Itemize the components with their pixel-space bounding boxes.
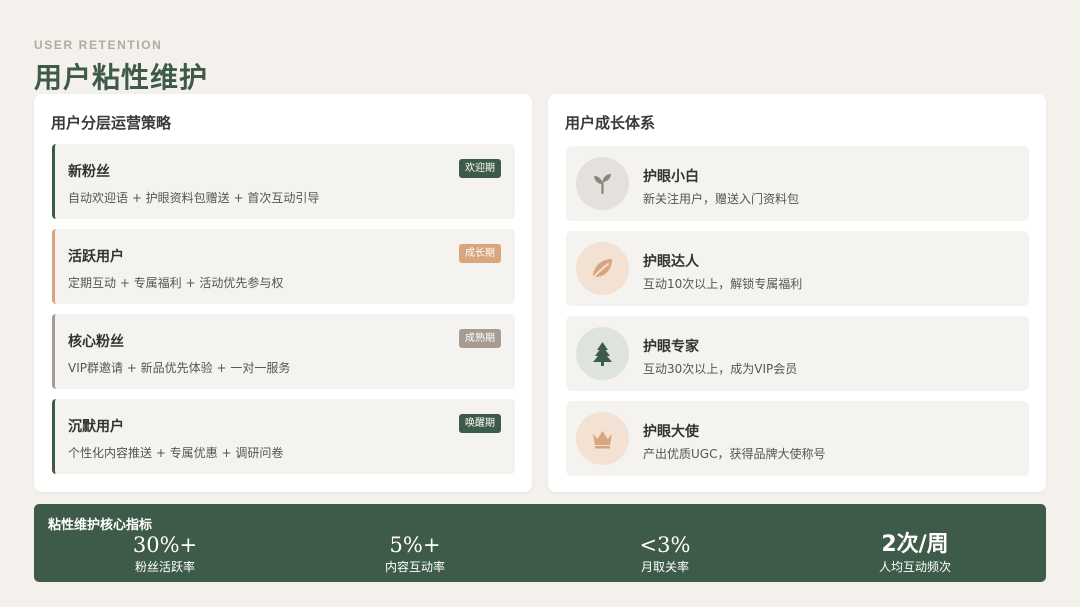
leaf-icon	[576, 242, 629, 295]
level-desc: 互动30次以上，成为VIP会员	[643, 362, 798, 376]
level-item-specialist: 护眼专家 互动30次以上，成为VIP会员	[566, 316, 1029, 391]
core-metrics-title: 粘性维护核心指标	[48, 518, 153, 533]
tier-item-silent-users: 沉默用户 个性化内容推送 + 专属优惠 + 调研问卷 唤醒期	[52, 399, 515, 474]
metric-value: 5%+	[389, 533, 441, 557]
tier-desc: 定期互动 + 专属福利 + 活动优先参与权	[68, 276, 284, 290]
level-name: 护眼小白	[643, 169, 699, 185]
tier-badge: 成熟期	[459, 329, 501, 348]
level-item-expert-user: 护眼达人 互动10次以上，解锁专属福利	[566, 231, 1029, 306]
crown-icon	[576, 412, 629, 465]
metric-label: 粉丝活跃率	[134, 560, 195, 574]
page-title: 用户粘性维护	[34, 61, 209, 94]
tier-item-new-fans: 新粉丝 自动欢迎语 + 护眼资料包赠送 + 首次互动引导 欢迎期	[52, 144, 515, 219]
tier-badge: 唤醒期	[459, 414, 501, 433]
tier-item-active-users: 活跃用户 定期互动 + 专属福利 + 活动优先参与权 成长期	[52, 229, 515, 304]
sprout-icon	[576, 157, 629, 210]
tier-name: 新粉丝	[68, 164, 110, 180]
level-desc: 新关注用户，赠送入门资料包	[643, 192, 800, 206]
metric-value: 2次/周	[881, 532, 949, 557]
level-name: 护眼达人	[643, 254, 699, 270]
metric-content-engagement: 5%+ 内容互动率	[345, 532, 485, 576]
metric-label: 人均互动频次	[878, 560, 951, 574]
level-desc: 互动10次以上，解锁专属福利	[643, 277, 803, 291]
level-desc: 产出优质UGC，获得品牌大使称号	[643, 447, 826, 461]
metric-fan-activity: 30%+ 粉丝活跃率	[95, 532, 235, 576]
tier-desc: VIP群邀请 + 新品优先体验 + 一对一服务	[68, 361, 291, 375]
metric-label: 内容互动率	[384, 560, 445, 574]
tier-badge: 成长期	[459, 244, 501, 263]
tier-name: 沉默用户	[68, 419, 124, 435]
level-name: 护眼专家	[643, 339, 699, 355]
tree-icon	[576, 327, 629, 380]
growth-system-card: 用户成长体系 护眼小白 新关注用户，赠送入门资料包 护眼达人 互动10次以上，解	[548, 94, 1046, 492]
tier-name: 活跃用户	[68, 249, 124, 265]
eyebrow-label: USER RETENTION	[34, 38, 163, 52]
metric-interaction-frequency: 2次/周 人均互动频次	[845, 532, 985, 576]
tier-item-core-fans: 核心粉丝 VIP群邀请 + 新品优先体验 + 一对一服务 成熟期	[52, 314, 515, 389]
tier-name: 核心粉丝	[68, 334, 124, 350]
metric-label: 月取关率	[640, 560, 689, 574]
level-name: 护眼大使	[643, 424, 699, 440]
metric-monthly-unfollow: <3% 月取关率	[595, 532, 735, 576]
slide: USER RETENTION 用户粘性维护 用户分层运营策略 新粉丝 自动欢迎语…	[0, 0, 1080, 607]
user-tier-card-title: 用户分层运营策略	[51, 114, 172, 132]
metric-value: 30%+	[132, 533, 198, 557]
tier-badge: 欢迎期	[459, 159, 501, 178]
level-item-ambassador: 护眼大使 产出优质UGC，获得品牌大使称号	[566, 401, 1029, 476]
growth-system-card-title: 用户成长体系	[565, 114, 656, 132]
metric-value: <3%	[639, 533, 691, 557]
core-metrics-bar: 粘性维护核心指标 30%+ 粉丝活跃率 5%+ 内容互动率 <3% 月取关率 2…	[34, 504, 1046, 582]
tier-desc: 自动欢迎语 + 护眼资料包赠送 + 首次互动引导	[68, 191, 320, 205]
level-item-beginner: 护眼小白 新关注用户，赠送入门资料包	[566, 146, 1029, 221]
user-tier-card: 用户分层运营策略 新粉丝 自动欢迎语 + 护眼资料包赠送 + 首次互动引导 欢迎…	[34, 94, 532, 492]
tier-desc: 个性化内容推送 + 专属优惠 + 调研问卷	[68, 446, 284, 460]
